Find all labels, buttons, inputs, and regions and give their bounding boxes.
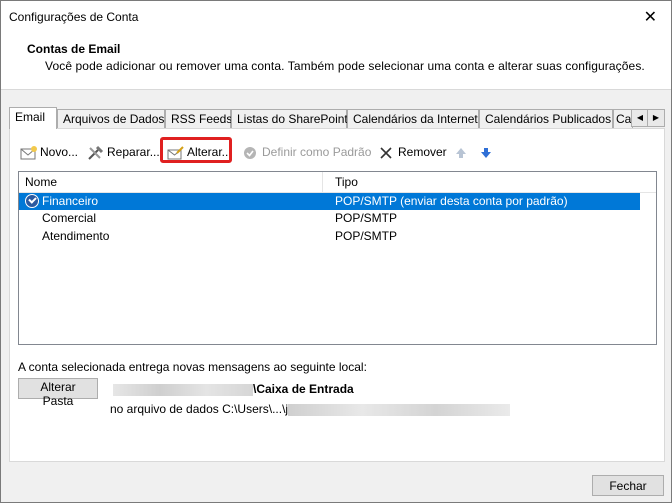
new-button[interactable]: Novo... — [20, 143, 78, 161]
list-header: Nome Tipo — [19, 172, 656, 193]
delivery-location-text: A conta selecionada entrega novas mensag… — [18, 360, 367, 374]
new-label: Novo... — [40, 145, 79, 159]
tab-listas-sharepoint[interactable]: Listas do SharePoint — [231, 109, 348, 128]
move-down-button[interactable] — [479, 143, 499, 161]
checkmark-circle-icon — [242, 145, 260, 161]
account-type: POP/SMTP — [335, 229, 398, 243]
repair-label: Reparar... — [107, 145, 160, 159]
redacted-file-path — [288, 403, 511, 416]
account-name: Financeiro — [42, 194, 99, 208]
tab-calendarios-internet[interactable]: Calendários da Internet — [347, 109, 479, 128]
change-folder-button[interactable]: Alterar Pasta — [18, 378, 98, 408]
move-up-button[interactable] — [454, 143, 474, 161]
change-button-highlight — [160, 137, 232, 163]
redacted-account-name — [113, 383, 253, 396]
account-name: Comercial — [42, 211, 97, 225]
account-row-comercial[interactable]: Comercial POP/SMTP — [19, 210, 640, 227]
new-account-icon — [20, 145, 38, 161]
repair-button[interactable]: Reparar... — [87, 143, 160, 161]
close-icon[interactable]: ✕ — [644, 7, 657, 27]
set-default-label: Definir como Padrão — [262, 145, 372, 159]
remove-x-icon — [378, 145, 396, 161]
remove-label: Remover — [398, 145, 447, 159]
data-file-prefix: no arquivo de dados C:\Users\...\j — [110, 402, 289, 416]
tab-rss-feeds[interactable]: RSS Feeds — [165, 109, 232, 128]
arrow-down-icon — [479, 145, 497, 161]
tab-arquivos-de-dados[interactable]: Arquivos de Dados — [57, 109, 165, 128]
inbox-folder-label: \Caixa de Entrada — [253, 382, 354, 396]
account-type: POP/SMTP (enviar desta conta por padrão) — [335, 194, 568, 208]
repair-tools-icon — [87, 145, 105, 161]
account-list: Nome Tipo Financeiro POP/SMTP (enviar de… — [18, 171, 657, 345]
account-name: Atendimento — [42, 229, 110, 243]
data-file-path: no arquivo de dados C:\Users\...\j — [110, 402, 511, 416]
email-tab-panel: Novo... Reparar... Alterar... Definir co… — [9, 128, 665, 462]
arrow-up-icon — [454, 145, 472, 161]
account-settings-window: Configurações de Conta ✕ Contas de Email… — [0, 0, 672, 503]
tab-email[interactable]: Email — [9, 107, 57, 129]
column-type-header[interactable]: Tipo — [335, 175, 358, 189]
tab-scroll-right-icon[interactable]: ▶ — [647, 109, 665, 127]
account-row-atendimento[interactable]: Atendimento POP/SMTP — [19, 228, 640, 245]
tab-strip: Email Arquivos de Dados RSS Feeds Listas… — [9, 107, 665, 129]
inbox-path: \Caixa de Entrada — [113, 382, 354, 396]
tab-calendarios-truncated[interactable]: Ca — [613, 109, 633, 128]
tab-calendarios-publicados[interactable]: Calendários Publicados — [479, 109, 613, 128]
window-title: Configurações de Conta — [9, 10, 139, 24]
title-bar: Configurações de Conta ✕ — [1, 1, 671, 33]
section-description: Você pode adicionar ou remover uma conta… — [45, 59, 645, 73]
close-button[interactable]: Fechar — [592, 475, 664, 496]
default-account-check-icon — [25, 194, 39, 208]
column-divider[interactable] — [322, 172, 323, 192]
column-name-header[interactable]: Nome — [25, 175, 57, 189]
section-title: Contas de Email — [27, 42, 121, 56]
account-row-financeiro[interactable]: Financeiro POP/SMTP (enviar desta conta … — [19, 193, 640, 210]
set-default-button[interactable]: Definir como Padrão — [242, 143, 371, 161]
header-panel: Contas de Email Você pode adicionar ou r… — [1, 33, 671, 90]
account-type: POP/SMTP — [335, 211, 398, 225]
remove-button[interactable]: Remover — [378, 143, 447, 161]
